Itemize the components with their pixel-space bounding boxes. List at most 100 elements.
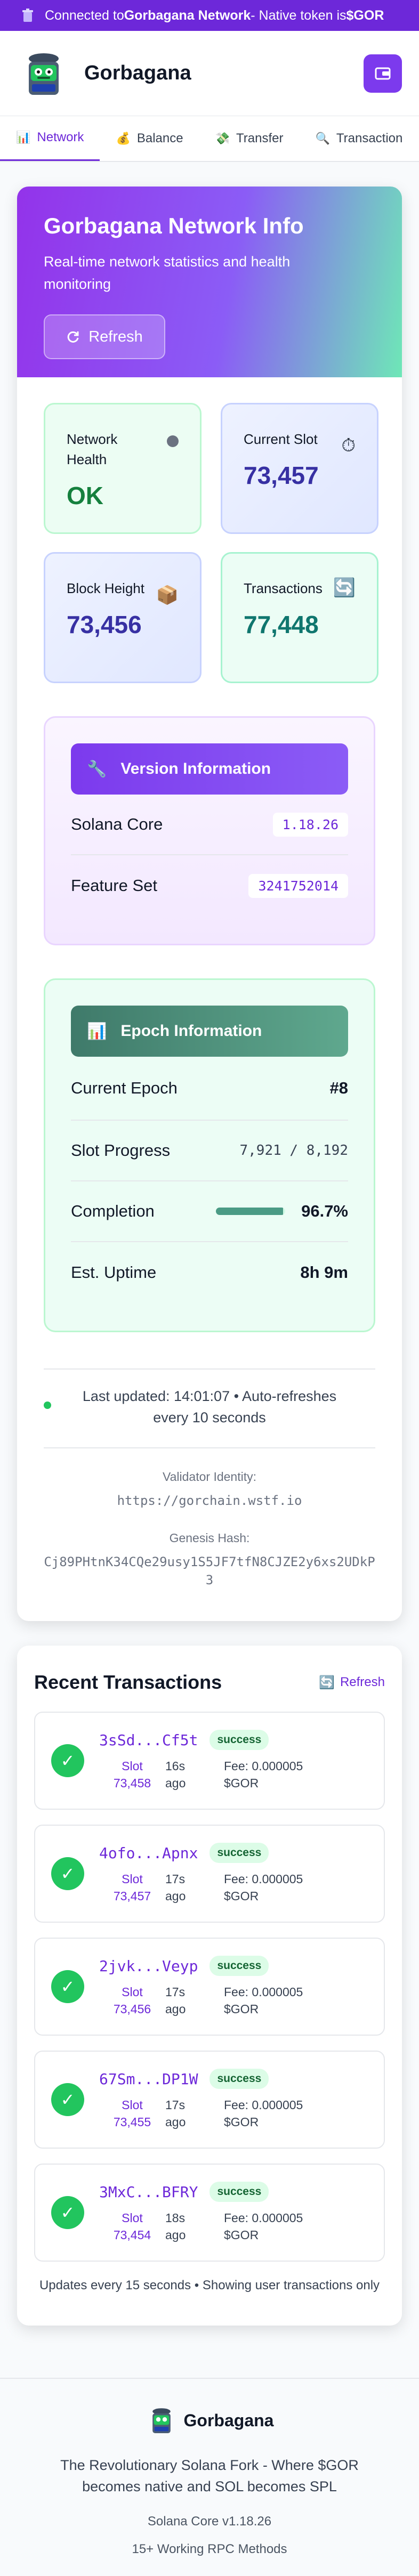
status-badge: success — [210, 1956, 269, 1976]
transaction-signature[interactable]: 67Sm...DP1W — [99, 2070, 198, 2088]
row-label: Current Epoch — [71, 1079, 178, 1097]
validator-value: https://gorchain.wstf.io — [117, 1493, 302, 1508]
footer-rpc-methods: 15+ Working RPC Methods — [132, 2542, 287, 2556]
time-ago: 16s ago — [165, 1759, 186, 1790]
trash-can-icon — [20, 8, 35, 23]
feature-set-value: 3241752014 — [248, 873, 348, 898]
connection-banner: Connected to Gorbagana Network - Native … — [0, 0, 419, 31]
network-info-hero: Gorbagana Network Info Real-time network… — [17, 187, 402, 377]
genesis-value: Cj89PHtnK34CQe29usy1S5JF7tfN8CJZE2y6xs2U… — [44, 1554, 375, 1587]
fee-value: Fee: 0.000005 $GOR — [224, 1759, 303, 1790]
stat-label: Transactions — [244, 580, 323, 596]
gorbagana-logo — [29, 53, 59, 95]
wrench-icon: 🔧 — [87, 760, 107, 778]
time-ago: 17s ago — [165, 1872, 186, 1903]
magnifier-icon: 🔍 — [315, 132, 330, 145]
slot-label: Slot — [122, 1759, 143, 1773]
transaction-signature[interactable]: 3sSd...Cf5t — [99, 1731, 198, 1749]
last-updated: Last updated: 14:01:07 • Auto-refreshes … — [44, 1386, 375, 1428]
fee-value: Fee: 0.000005 $GOR — [224, 2211, 303, 2242]
epoch-panel: 📊 Epoch Information Current Epoch #8 Slo… — [44, 978, 375, 1332]
network-info-subtitle: Real-time network statistics and health … — [44, 254, 291, 292]
epoch-progress-row: Slot Progress 7,921 / 8,192 — [71, 1121, 348, 1181]
transaction-item[interactable]: ✓ 3sSd...Cf5t success Slot 73,458 16s ago Fee:… — [34, 1712, 385, 1810]
slot-label: Slot — [122, 2098, 143, 2112]
status-badge: success — [210, 1843, 269, 1863]
slot-progress-value: 7,921 / 8,192 — [239, 1143, 349, 1159]
completion-progress-bar — [216, 1208, 286, 1215]
epoch-title: Epoch Information — [120, 1022, 262, 1040]
time-ago: 17s ago — [165, 2098, 186, 2129]
success-check-icon: ✓ — [51, 1857, 84, 1890]
transaction-signature[interactable]: 4ofo...Apnx — [99, 1844, 198, 1862]
banner-network: Gorbagana Network — [124, 7, 251, 23]
epoch-panel-header: 📊 Epoch Information — [71, 1006, 348, 1057]
stat-value: 73,457 — [244, 461, 319, 489]
stat-current-slot: Current Slot 73,457 ⏱ — [221, 403, 378, 534]
completion-value: 96.7% — [301, 1202, 348, 1220]
version-panel-header: 🔧 Version Information — [71, 743, 348, 795]
stats-grid: Network Health OK Current Slot 73,457 ⏱ … — [17, 377, 402, 683]
status-badge: success — [210, 1730, 269, 1750]
stat-block-height: Block Height 73,456 📦 — [44, 552, 202, 683]
tab-balance[interactable]: 💰 Balance — [100, 116, 199, 161]
banner-token: $GOR — [346, 7, 384, 23]
slot-value: 73,455 — [113, 2115, 151, 2129]
tab-label: Transfer — [236, 131, 284, 145]
uptime-value: 8h 9m — [300, 1263, 348, 1282]
transactions-refresh-button[interactable]: 🔄 Refresh — [319, 1675, 385, 1690]
stat-label: Current Slot — [244, 431, 318, 447]
row-label: Solana Core — [71, 815, 163, 833]
menu-button[interactable] — [364, 54, 402, 93]
money-wings-icon: 💸 — [215, 132, 230, 145]
site-footer: Gorbagana The Revolutionary Solana Fork … — [0, 2378, 419, 2557]
tab-label: Balance — [136, 131, 183, 145]
transaction-item[interactable]: ✓ 67Sm...DP1W success Slot 73,455 17s ago Fee:… — [34, 2051, 385, 2149]
transactions-list: ✓ 3sSd...Cf5t success Slot 73,458 16s ago Fee:… — [34, 1712, 385, 2262]
slot-label: Slot — [122, 1872, 143, 1886]
current-epoch-value: #8 — [329, 1079, 348, 1097]
stat-network-health: Network Health OK — [44, 403, 202, 534]
transaction-signature[interactable]: 2jvk...Veyp — [99, 1957, 198, 1975]
slot-label: Slot — [122, 2211, 143, 2225]
time-ago: 18s ago — [165, 2211, 186, 2242]
stat-value: OK — [67, 482, 103, 509]
cycle-icon: 🔄 — [333, 578, 356, 598]
completion-progress-fill — [216, 1208, 283, 1215]
success-check-icon: ✓ — [51, 2083, 84, 2116]
row-label: Feature Set — [71, 876, 157, 895]
refresh-button[interactable]: Refresh — [44, 314, 165, 359]
footer-core-version: Solana Core v1.18.26 — [147, 2514, 272, 2529]
money-bag-icon: 💰 — [116, 132, 131, 145]
recent-transactions-title: Recent Transactions — [34, 1671, 222, 1693]
network-info-title: Gorbagana Network Info — [44, 213, 304, 238]
network-status-footer: Last updated: 14:01:07 • Auto-refreshes … — [44, 1368, 375, 1621]
transaction-item[interactable]: ✓ 3MxC...BFRY success Slot 73,454 18s ago Fee:… — [34, 2164, 385, 2262]
epoch-current-row: Current Epoch #8 — [71, 1057, 348, 1121]
stat-value: 73,456 — [67, 611, 142, 638]
slot-value: 73,454 — [113, 2228, 151, 2242]
version-core-row: Solana Core 1.18.26 — [71, 795, 348, 855]
refresh-label: Refresh — [88, 328, 143, 345]
genesis-label: Genesis Hash: — [169, 1531, 250, 1545]
refresh-icon — [66, 330, 80, 344]
transaction-signature[interactable]: 3MxC...BFRY — [99, 2183, 198, 2201]
transaction-item[interactable]: ✓ 2jvk...Veyp success Slot 73,456 17s ago Fee:… — [34, 1938, 385, 2036]
tab-network[interactable]: 📊 Network — [0, 116, 100, 161]
tab-label: Network — [37, 130, 84, 144]
success-check-icon: ✓ — [51, 1744, 84, 1777]
main-tabs: 📊 Network 💰 Balance 💸 Transfer 🔍 Transaction — [0, 116, 419, 162]
refresh-label: Refresh — [340, 1675, 385, 1689]
last-updated-text: Last updated: 14:01:07 • Auto-refreshes … — [82, 1388, 337, 1425]
recent-transactions-card: Recent Transactions 🔄 Refresh ✓ 3sSd...Cf… — [17, 1646, 402, 2326]
package-icon: 📦 — [156, 585, 179, 605]
network-info-card: Gorbagana Network Info Real-time network… — [17, 187, 402, 1621]
brand-name: Gorbagana — [84, 62, 191, 84]
slot-value: 73,457 — [113, 1889, 151, 1903]
status-badge: success — [210, 2069, 269, 2089]
banner-prefix: Connected to — [45, 7, 124, 23]
epoch-uptime-row: Est. Uptime 8h 9m — [71, 1242, 348, 1303]
tab-transaction[interactable]: 🔍 Transaction — [299, 116, 418, 161]
tab-transfer[interactable]: 💸 Transfer — [199, 116, 300, 161]
transaction-item[interactable]: ✓ 4ofo...Apnx success Slot 73,457 17s ago Fee:… — [34, 1825, 385, 1923]
